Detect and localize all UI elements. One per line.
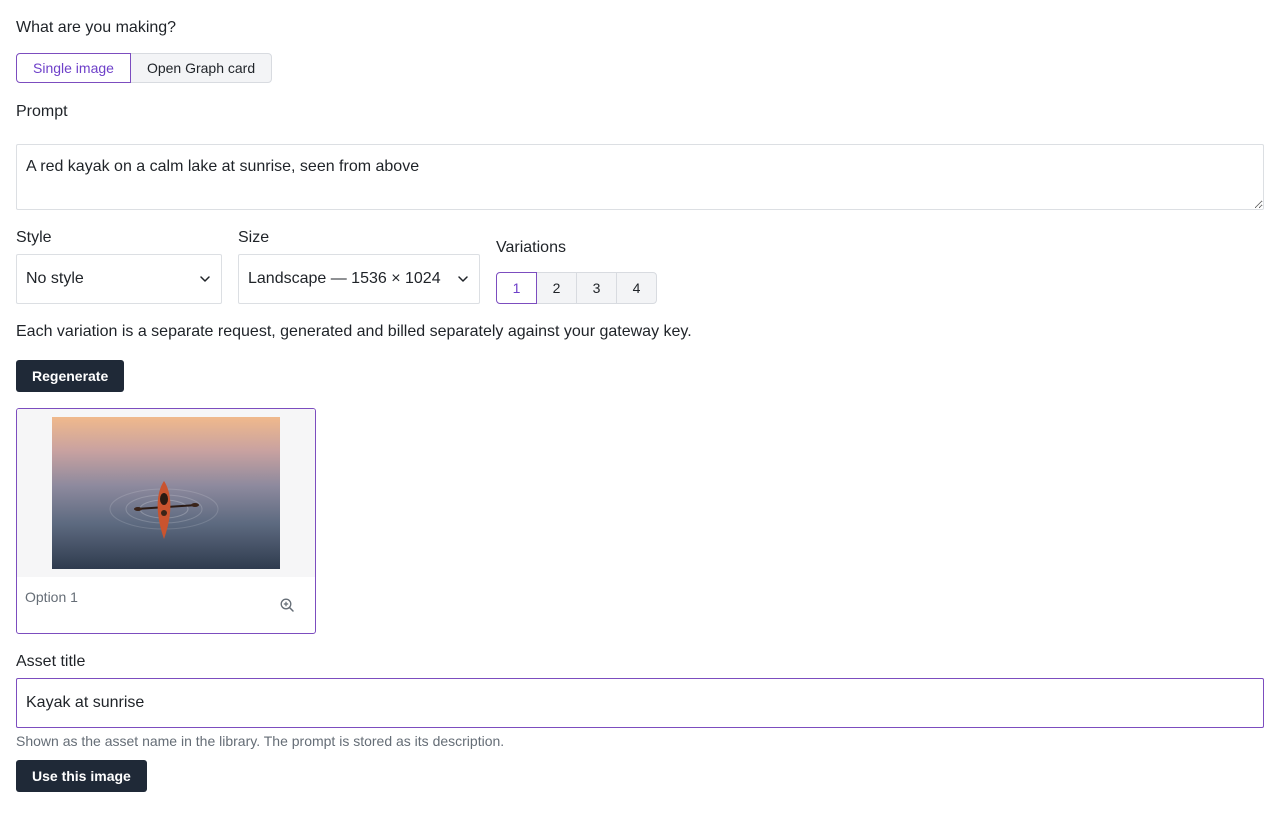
prompt-label: Prompt [16, 103, 68, 120]
kayak-illustration [109, 481, 219, 539]
zoom-in-icon[interactable] [279, 597, 295, 613]
mode-question: What are you making? [16, 19, 177, 36]
chevron-down-icon [458, 276, 468, 282]
variation-1-button[interactable]: 1 [496, 272, 537, 304]
result-card[interactable]: Option 1 [16, 408, 316, 634]
result-image [52, 417, 280, 569]
use-image-button[interactable]: Use this image [16, 760, 147, 792]
variations-note: Each variation is a separate request, ge… [16, 323, 692, 340]
mode-open-graph-button[interactable]: Open Graph card [129, 53, 273, 83]
size-select[interactable]: Landscape — 1536 × 1024 [238, 254, 480, 304]
asset-title-help: Shown as the asset name in the library. … [16, 733, 505, 749]
variation-3-button[interactable]: 3 [576, 272, 617, 304]
style-select-value: No style [26, 270, 84, 287]
style-label: Style [16, 229, 52, 246]
variations-toggle: 1 2 3 4 [496, 272, 657, 304]
mode-single-image-button[interactable]: Single image [16, 53, 131, 83]
result-media [17, 409, 315, 577]
asset-title-label: Asset title [16, 653, 86, 670]
size-select-value: Landscape — 1536 × 1024 [248, 270, 441, 287]
style-select[interactable]: No style [16, 254, 222, 304]
asset-title-input[interactable] [16, 678, 1264, 728]
regenerate-button[interactable]: Regenerate [16, 360, 125, 392]
variation-4-button[interactable]: 4 [616, 272, 657, 304]
mode-toggle: Single image Open Graph card [16, 53, 273, 83]
variation-2-button[interactable]: 2 [536, 272, 577, 304]
size-label: Size [238, 229, 270, 246]
prompt-textarea[interactable]: A red kayak on a calm lake at sunrise, s… [16, 144, 1264, 210]
chevron-down-icon [200, 276, 210, 282]
variations-label: Variations [496, 239, 566, 256]
result-caption: Option 1 [25, 589, 78, 605]
